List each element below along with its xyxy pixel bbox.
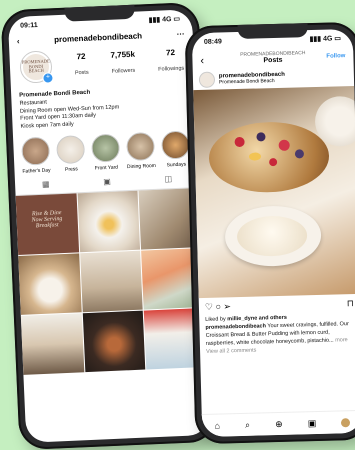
bio-name: Promenade Bondi Beach bbox=[19, 89, 91, 99]
right-phone: 08:49 ▮▮▮ 4G ▭ ‹ PROMENADEBONDIBEACH Pos… bbox=[184, 21, 355, 445]
followers-stat[interactable]: 7,755k Followers bbox=[110, 49, 136, 77]
grid-icon[interactable]: ▦ bbox=[41, 180, 51, 190]
grid-post[interactable] bbox=[79, 250, 144, 313]
chevron-left-icon[interactable]: ‹ bbox=[200, 55, 204, 67]
grid-post[interactable]: Rise & Dine Now Serving Breakfast bbox=[15, 193, 79, 256]
caption-username[interactable]: promenadebondibeach bbox=[205, 323, 266, 331]
post-caption: Liked by millie_dyne and others promenad… bbox=[199, 313, 355, 357]
reels-icon[interactable]: ▣ bbox=[102, 177, 112, 187]
status-time: 08:49 bbox=[203, 37, 222, 46]
highlight-dining-room[interactable]: Dining Room bbox=[124, 132, 158, 170]
post-screen: 08:49 ▮▮▮ 4G ▭ ‹ PROMENADEBONDIBEACH Pos… bbox=[191, 28, 355, 438]
grid-post[interactable] bbox=[82, 310, 146, 373]
home-icon[interactable]: ⌂ bbox=[214, 421, 220, 431]
bio-line: Kiosk open 7am daily bbox=[20, 121, 74, 131]
status-time: 09:11 bbox=[20, 21, 38, 30]
reels-icon[interactable]: ▣ bbox=[308, 418, 317, 429]
more-icon[interactable]: ··· bbox=[177, 30, 185, 39]
add-post-icon[interactable]: ⊕ bbox=[275, 418, 283, 429]
comment-icon[interactable]: ○ bbox=[215, 302, 221, 312]
post-image[interactable] bbox=[193, 85, 355, 299]
status-signal: ▮▮▮ 4G ▭ bbox=[148, 15, 181, 25]
add-story-icon[interactable]: + bbox=[42, 72, 54, 84]
follow-button[interactable]: Follow bbox=[326, 53, 345, 59]
pudding-bowl bbox=[208, 120, 330, 194]
posts-stat[interactable]: 72 Posts bbox=[74, 51, 89, 79]
highlight-press[interactable]: Press bbox=[54, 135, 88, 173]
share-icon[interactable]: ➢ bbox=[223, 301, 231, 311]
followings-stat[interactable]: 72 Followings bbox=[157, 47, 184, 75]
bio: Promenade Bondi Beach Restaurant Dining … bbox=[11, 80, 197, 136]
avatar[interactable]: PROMENADE BONDI BEACH + bbox=[19, 50, 54, 84]
grid-post[interactable] bbox=[20, 313, 85, 376]
chevron-left-icon[interactable]: ‹ bbox=[17, 37, 20, 46]
grid-post[interactable] bbox=[77, 190, 141, 253]
bio-line: Restaurant bbox=[19, 99, 48, 107]
bookmark-icon[interactable]: ⊓ bbox=[347, 298, 354, 309]
more-link[interactable]: more bbox=[335, 337, 348, 343]
author-avatar[interactable] bbox=[198, 71, 216, 89]
author-location[interactable]: Promenade Bondi Beach bbox=[219, 78, 285, 85]
profile-screen: 09:11 ▮▮▮ 4G ▭ ‹ promenadebondibeach ···… bbox=[7, 9, 211, 443]
phone-notch bbox=[237, 23, 308, 39]
heart-icon[interactable]: ♡ bbox=[205, 302, 213, 312]
highlight-fathers-day[interactable]: Father's Day bbox=[19, 136, 53, 175]
grid-post[interactable] bbox=[18, 253, 82, 316]
highlight-front-yard[interactable]: Front Yard bbox=[89, 133, 123, 172]
post-grid: Rise & Dine Now Serving Breakfast bbox=[15, 188, 208, 376]
bio-line: Front Yard open 11:30am daily bbox=[20, 112, 97, 123]
tagged-icon[interactable]: ◫ bbox=[163, 174, 173, 184]
profile-avatar-icon[interactable] bbox=[341, 417, 351, 427]
search-icon[interactable]: ⌕ bbox=[245, 419, 250, 430]
bottom-nav: ⌂ ⌕ ⊕ ▣ bbox=[201, 409, 355, 438]
status-signal: ▮▮▮ 4G ▭ bbox=[309, 35, 342, 44]
